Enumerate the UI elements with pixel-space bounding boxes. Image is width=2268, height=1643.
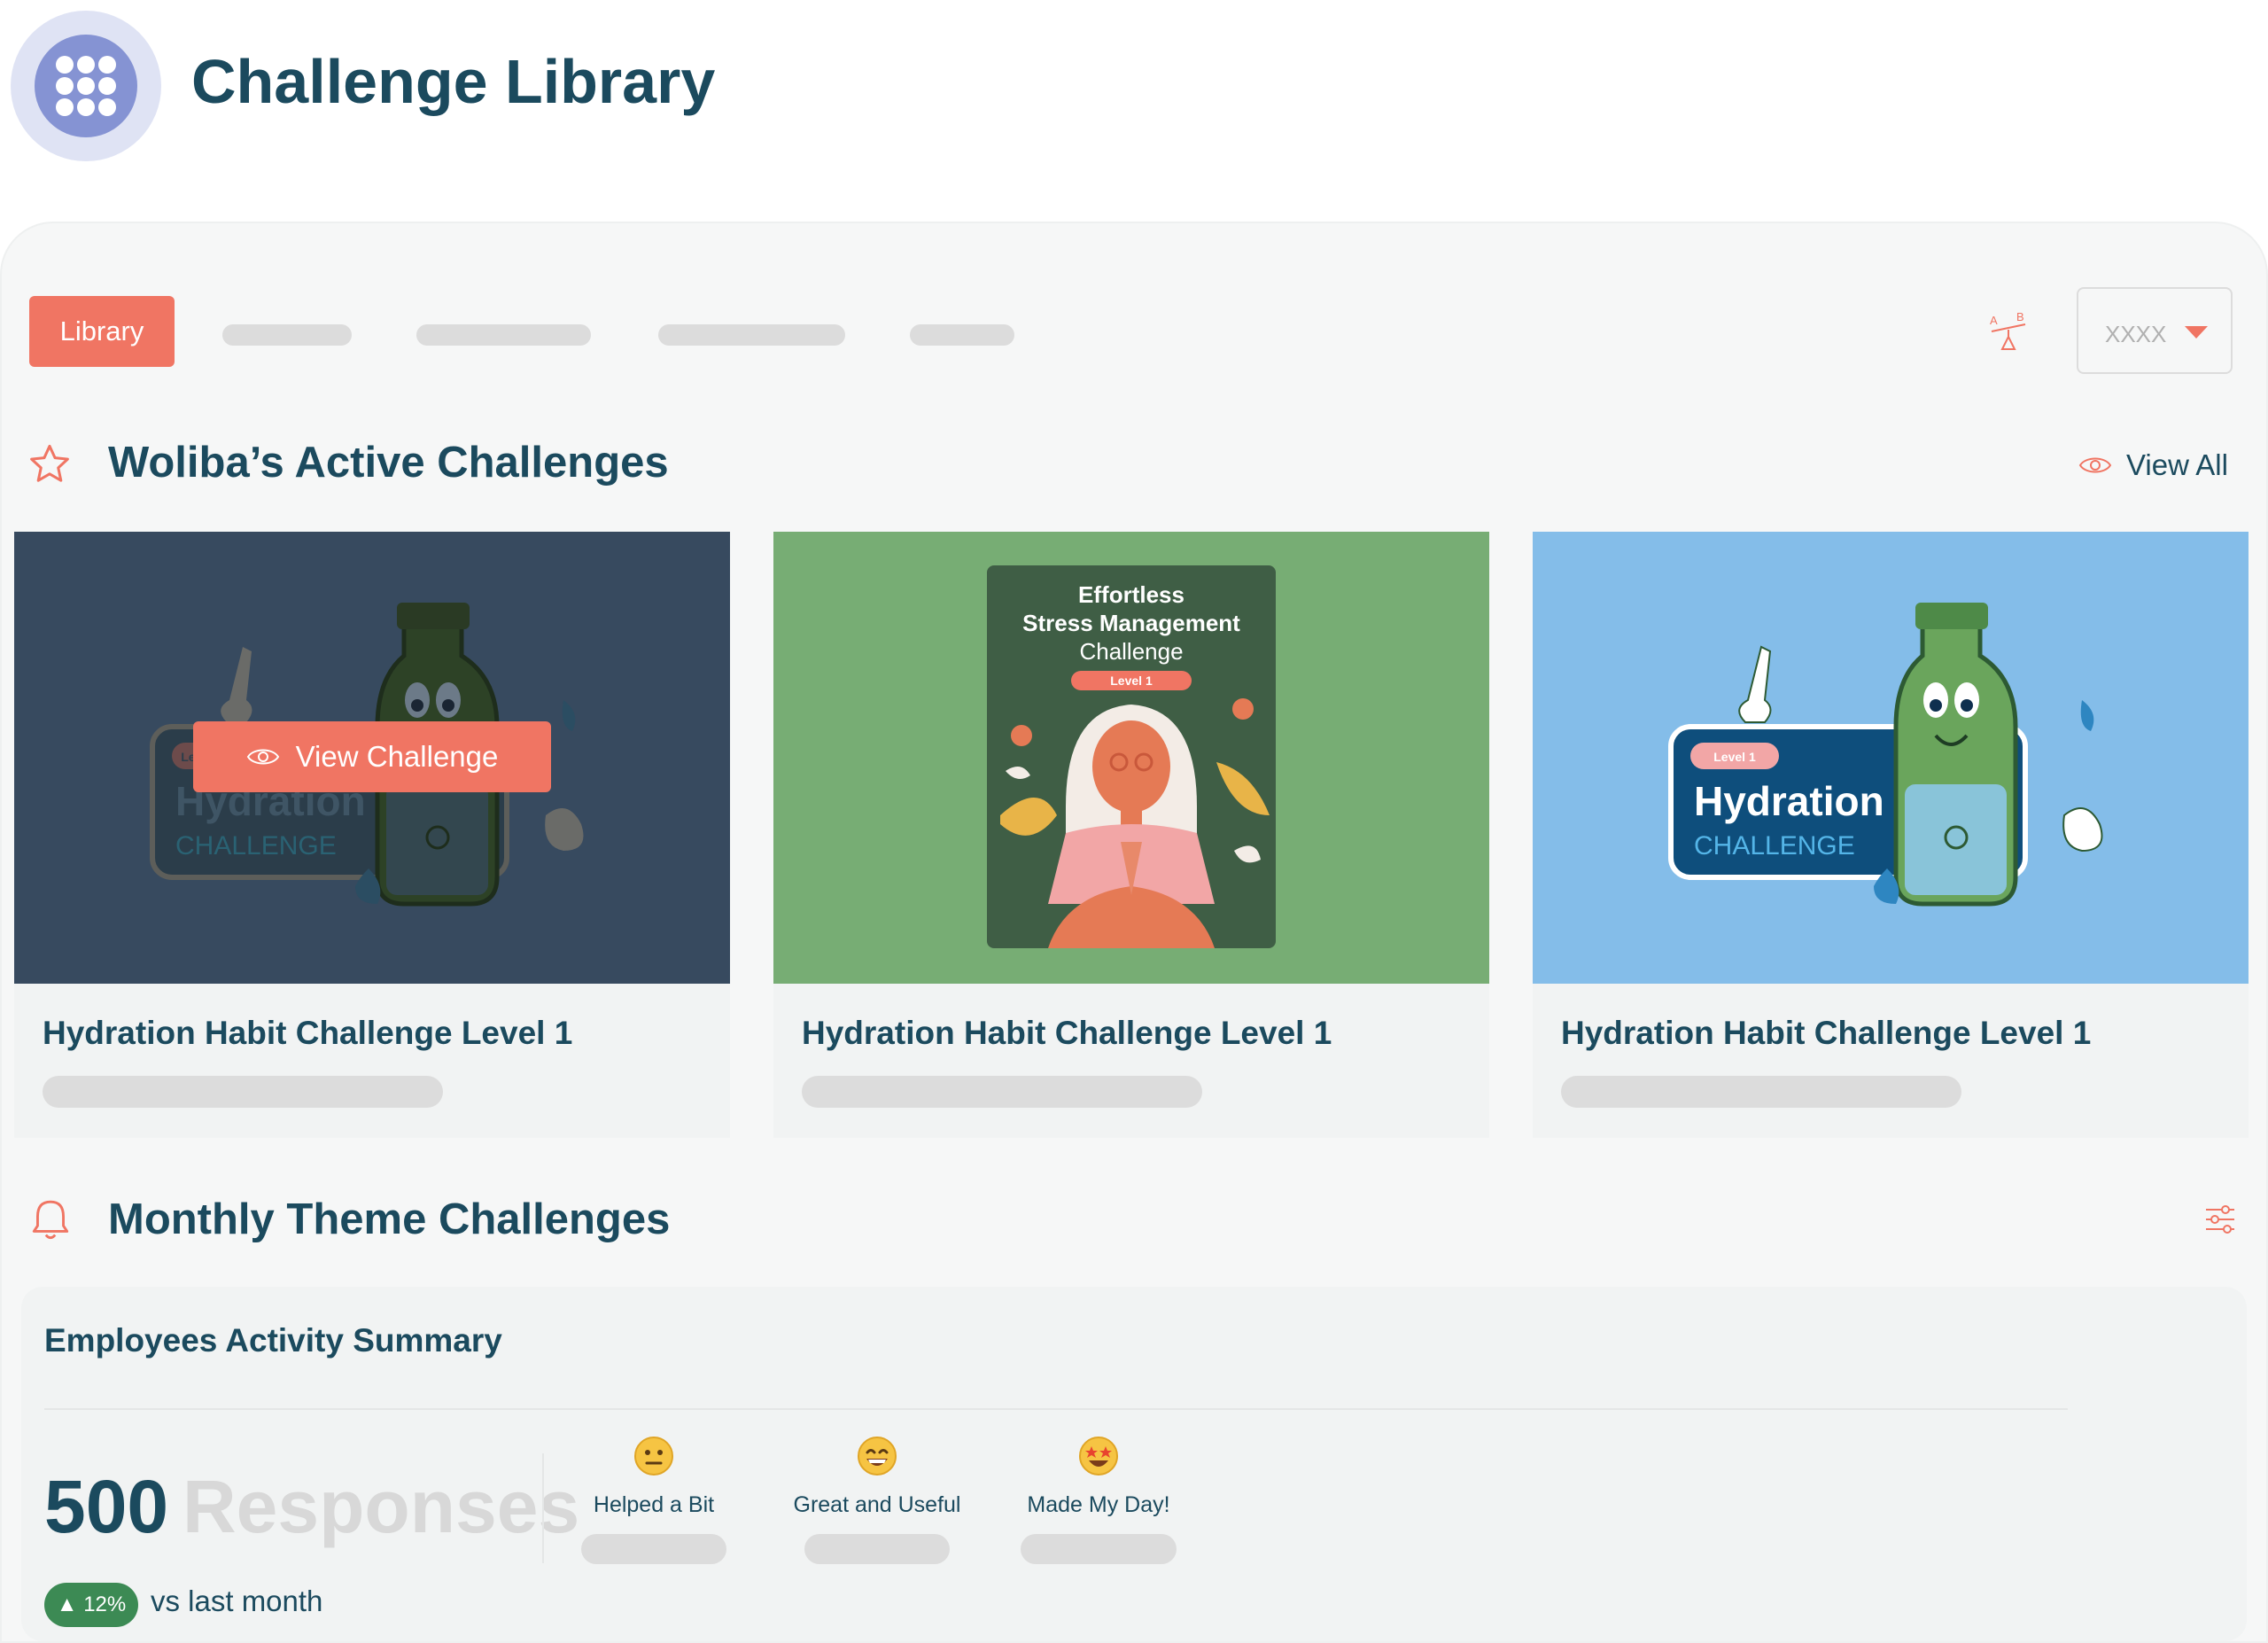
divider xyxy=(542,1453,544,1563)
bell-icon xyxy=(32,1200,69,1240)
art-line3: Challenge xyxy=(1079,638,1183,665)
summary-title: Employees Activity Summary xyxy=(44,1322,502,1359)
art-sub: CHALLENGE xyxy=(175,831,337,860)
challenge-image[interactable]: Effortless Stress Management Challenge L… xyxy=(773,532,1489,984)
art-level: Level 1 xyxy=(1110,674,1153,688)
hydration-illustration: Level 1 Hydration CHALLENGE xyxy=(1668,603,2103,907)
active-challenges-title: Woliba’s Active Challenges xyxy=(108,439,669,487)
art-level: Level 1 xyxy=(1713,750,1756,764)
dropdown-value: XXXX xyxy=(2105,321,2167,347)
tab-library[interactable]: Library xyxy=(29,296,175,367)
star-icon xyxy=(30,444,69,482)
page-title: Challenge Library xyxy=(191,47,716,116)
feedback-placeholder xyxy=(1021,1534,1177,1564)
neutral-face-emoji xyxy=(634,1437,673,1476)
card-title[interactable]: Hydration Habit Challenge Level 1 xyxy=(1561,1015,2091,1052)
filter-dropdown[interactable]: XXXX xyxy=(2077,287,2233,374)
tab-placeholder[interactable] xyxy=(222,324,352,346)
tab-placeholder[interactable] xyxy=(416,324,591,346)
art-name: Hydration xyxy=(1694,778,1884,824)
feedback-label: Made My Day! xyxy=(1027,1492,1170,1517)
view-challenge-label: View Challenge xyxy=(295,740,499,773)
svg-text:A: A xyxy=(1990,314,1998,327)
feedback-placeholder xyxy=(804,1534,950,1564)
feedback-placeholder xyxy=(581,1534,726,1564)
caret-down-icon xyxy=(2185,326,2208,339)
monthly-challenges-title: Monthly Theme Challenges xyxy=(108,1195,671,1243)
change-label: vs last month xyxy=(151,1585,323,1617)
feedback-label: Helped a Bit xyxy=(593,1492,715,1517)
card-meta-placeholder xyxy=(802,1076,1202,1108)
card-meta-placeholder xyxy=(1561,1076,1961,1108)
art-line1: Effortless xyxy=(1078,581,1184,608)
view-all-label: View All xyxy=(2126,448,2228,481)
eye-icon xyxy=(2078,457,2112,473)
stress-management-illustration: Effortless Stress Management Challenge L… xyxy=(987,565,1276,948)
svg-text:B: B xyxy=(2016,310,2024,323)
feedback-great-and-useful: Great and Useful xyxy=(788,1436,966,1564)
challenge-card[interactable]: Level 1 Hydration CHALLENGE View Challen… xyxy=(14,532,730,1138)
view-all-link[interactable]: View All xyxy=(2078,443,2228,487)
feedback-helped-a-bit: Helped a Bit xyxy=(565,1436,742,1564)
challenge-image[interactable]: Level 1 Hydration CHALLENGE xyxy=(1533,532,2249,984)
divider xyxy=(44,1408,2068,1410)
activity-summary-panel: Employees Activity Summary 500 Responses… xyxy=(21,1287,2247,1641)
card-title[interactable]: Hydration Habit Challenge Level 1 xyxy=(802,1015,1332,1052)
view-challenge-button[interactable]: View Challenge xyxy=(193,721,551,792)
challenge-card[interactable]: Effortless Stress Management Challenge L… xyxy=(773,532,1489,1138)
feedback-made-my-day: Made My Day! xyxy=(1010,1436,1187,1564)
grinning-face-emoji xyxy=(858,1437,897,1476)
eye-icon xyxy=(246,749,279,765)
star-struck-emoji xyxy=(1079,1437,1118,1476)
responses-count: 500 xyxy=(44,1465,169,1548)
challenge-card[interactable]: Level 1 Hydration CHALLENGE Hydration Ha… xyxy=(1533,532,2249,1138)
challenge-image[interactable]: Level 1 Hydration CHALLENGE View Challen… xyxy=(14,532,730,984)
change-badge: ▲ 12% xyxy=(44,1583,138,1627)
tab-placeholder[interactable] xyxy=(658,324,845,346)
art-line2: Stress Management xyxy=(1022,610,1240,636)
library-grid-icon xyxy=(11,11,161,161)
responses-label: Responses xyxy=(183,1465,580,1548)
card-title[interactable]: Hydration Habit Challenge Level 1 xyxy=(43,1015,572,1052)
feedback-label: Great and Useful xyxy=(793,1492,961,1517)
ab-sort-icon[interactable]: A B xyxy=(1988,310,2029,353)
tab-placeholder[interactable] xyxy=(910,324,1014,346)
card-meta-placeholder xyxy=(43,1076,443,1108)
art-sub: CHALLENGE xyxy=(1694,831,1855,860)
sliders-icon[interactable] xyxy=(2204,1203,2236,1235)
